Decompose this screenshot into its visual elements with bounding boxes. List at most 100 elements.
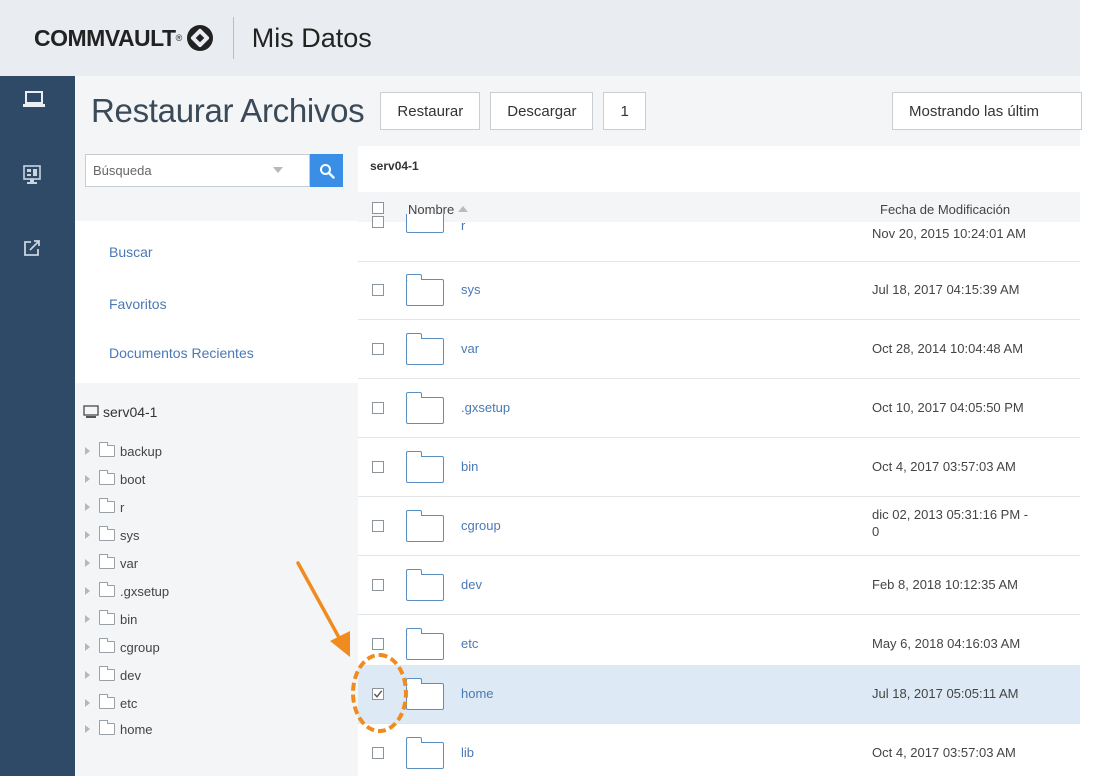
file-date: Oct 28, 2014 10:04:48 AM: [872, 341, 1024, 356]
expand-icon[interactable]: [85, 671, 90, 679]
tree-node[interactable]: sys: [85, 526, 140, 544]
expand-icon[interactable]: [85, 587, 90, 595]
file-name[interactable]: sys: [461, 282, 481, 297]
table-row[interactable]: sys Jul 18, 2017 04:15:39 AM: [358, 261, 1080, 320]
tree-node[interactable]: boot: [85, 470, 145, 488]
file-name[interactable]: home: [461, 686, 494, 701]
laptop-icon: [23, 91, 45, 107]
row-checkbox[interactable]: [372, 216, 384, 228]
logo-text: COMMVAULT: [34, 24, 176, 51]
row-checkbox[interactable]: [372, 747, 384, 759]
table-row[interactable]: .gxsetup Oct 10, 2017 04:05:50 PM: [358, 379, 1080, 438]
file-date: Jul 18, 2017 05:05:11 AM: [872, 686, 1019, 701]
table-row[interactable]: dev Feb 8, 2018 10:12:35 AM: [358, 556, 1080, 615]
tree-root-label: serv04-1: [103, 404, 158, 420]
tree-node-label: boot: [120, 471, 146, 487]
folder-icon: [99, 554, 115, 569]
file-date: Oct 4, 2017 03:57:03 AM: [872, 745, 1016, 760]
folder-icon: [99, 526, 115, 541]
row-checkbox[interactable]: [372, 520, 384, 532]
folder-icon: [406, 737, 444, 769]
folder-icon: [406, 333, 444, 365]
search-input[interactable]: [86, 163, 256, 178]
nav-link-search[interactable]: Buscar: [109, 244, 153, 260]
tree-node[interactable]: dev: [85, 666, 141, 684]
file-name[interactable]: dev: [461, 577, 482, 592]
expand-icon[interactable]: [85, 643, 90, 651]
nav-link-favorites[interactable]: Favoritos: [109, 296, 167, 312]
folder-icon: [99, 638, 115, 653]
restore-button[interactable]: Restaurar: [380, 92, 481, 130]
file-name[interactable]: var: [461, 341, 479, 356]
breadcrumb-item[interactable]: serv04-1: [370, 159, 419, 173]
table-row[interactable]: lib Oct 4, 2017 03:57:03 AM: [358, 724, 1080, 776]
tree-node[interactable]: bin: [85, 610, 137, 628]
table-row[interactable]: var Oct 28, 2014 10:04:48 AM: [358, 320, 1080, 379]
header-divider: [232, 17, 234, 59]
tree-node[interactable]: cgroup: [85, 638, 160, 656]
file-date: Feb 8, 2018 10:12:35 AM: [872, 577, 1018, 592]
row-checkbox[interactable]: [372, 284, 384, 296]
nav-rail: [0, 76, 75, 776]
showing-versions-button[interactable]: Mostrando las últim: [892, 92, 1082, 130]
folder-icon: [99, 442, 115, 457]
tree-node[interactable]: r: [85, 498, 124, 516]
expand-icon[interactable]: [85, 531, 90, 539]
commvault-logo[interactable]: COMMVAULT ®: [34, 25, 213, 52]
rail-item-share[interactable]: [0, 238, 75, 278]
row-checkbox[interactable]: [372, 343, 384, 355]
file-name[interactable]: r: [461, 218, 465, 233]
logo-registered-mark: ®: [175, 33, 183, 43]
expand-icon[interactable]: [85, 503, 90, 511]
row-checkbox[interactable]: [372, 579, 384, 591]
tree-node[interactable]: backup: [85, 442, 162, 460]
expand-icon[interactable]: [85, 699, 90, 707]
folder-icon: [406, 628, 444, 660]
folder-icon: [99, 720, 115, 735]
expand-icon[interactable]: [85, 559, 90, 567]
search-dropdown-icon[interactable]: [273, 167, 283, 173]
folder-icon: [99, 498, 115, 513]
tree-node[interactable]: etc: [85, 694, 137, 712]
rail-item-desktop[interactable]: [0, 164, 75, 204]
selection-count-button[interactable]: 1: [603, 92, 646, 130]
table-row-selected[interactable]: home Jul 18, 2017 05:05:11 AM: [358, 665, 1080, 724]
tree-node[interactable]: home: [85, 720, 153, 738]
computer-icon: [83, 405, 99, 418]
nav-link-recent-documents[interactable]: Documentos Recientes: [109, 345, 254, 361]
folder-icon: [99, 470, 115, 485]
expand-icon[interactable]: [85, 447, 90, 455]
file-date: Oct 4, 2017 03:57:03 AM: [872, 459, 1016, 474]
file-name[interactable]: lib: [461, 745, 474, 760]
rail-item-laptop[interactable]: [0, 89, 75, 129]
sort-ascending-icon: [458, 206, 469, 212]
expand-icon[interactable]: [85, 475, 90, 483]
table-row[interactable]: bin Oct 4, 2017 03:57:03 AM: [358, 438, 1080, 497]
file-date: dic 02, 2013 05:31:16 PM - 0: [872, 507, 1029, 539]
download-button[interactable]: Descargar: [490, 92, 594, 130]
file-date: Oct 10, 2017 04:05:50 PM: [872, 400, 1024, 415]
folder-icon: [406, 569, 444, 601]
tree-node[interactable]: var: [85, 554, 138, 572]
file-name[interactable]: bin: [461, 459, 478, 474]
file-name[interactable]: .gxsetup: [461, 400, 510, 415]
file-name[interactable]: cgroup: [461, 518, 501, 533]
table-row[interactable]: cgroup dic 02, 2013 05:31:16 PM - 0: [358, 497, 1080, 556]
select-all-checkbox[interactable]: [372, 202, 384, 214]
tree-node-label: r: [120, 499, 125, 515]
tree-root[interactable]: serv04-1: [83, 404, 157, 420]
search-button[interactable]: [310, 154, 343, 187]
row-checkbox[interactable]: [372, 461, 384, 473]
file-name[interactable]: etc: [461, 636, 478, 651]
tree-node-label: cgroup: [120, 639, 160, 655]
table-row[interactable]: r Nov 20, 2015 10:24:01 AM: [358, 214, 1080, 262]
page-title-bar: Restaurar Archivos Restaurar Descargar 1…: [75, 76, 1082, 146]
row-checkbox[interactable]: [372, 638, 384, 650]
search-box: [85, 154, 310, 187]
expand-icon[interactable]: [85, 615, 90, 623]
expand-icon[interactable]: [85, 725, 90, 733]
folder-icon: [99, 610, 115, 625]
row-checkbox[interactable]: [372, 402, 384, 414]
folder-icon: [99, 694, 115, 709]
tree-node[interactable]: .gxsetup: [85, 582, 169, 600]
